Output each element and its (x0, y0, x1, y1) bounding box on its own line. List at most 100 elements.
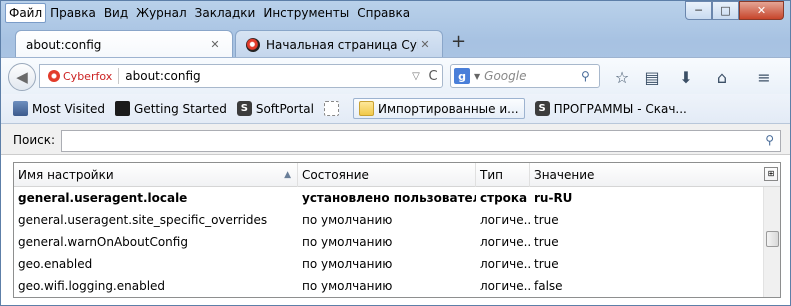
navigation-toolbar: ◀ Cyberfox about:config ▽ C g ▼ Google ⚲… (1, 57, 790, 94)
identity-box[interactable]: Cyberfox (40, 68, 120, 84)
vertical-scrollbar[interactable] (763, 187, 780, 297)
table-row[interactable]: general.warnOnAboutConfig по умолчанию л… (14, 231, 764, 253)
url-input[interactable]: about:config (119, 69, 408, 83)
url-bar[interactable]: Cyberfox about:config ▽ C (39, 64, 443, 88)
tab-close-icon[interactable]: ✕ (208, 38, 222, 51)
menu-view[interactable]: Вид (100, 4, 132, 22)
pref-name: geo.enabled (18, 257, 93, 271)
downloads-icon[interactable]: ⬇ (675, 66, 697, 88)
back-arrow-icon: ◀ (16, 68, 28, 86)
hamburger-menu-icon[interactable]: ≡ (753, 66, 775, 88)
pref-value: true (534, 213, 559, 227)
search-icon: ⚲ (765, 133, 774, 147)
pref-state: по умолчанию (302, 213, 393, 227)
back-button[interactable]: ◀ (8, 63, 36, 91)
pref-type: логиче... (480, 235, 530, 249)
tab-close-icon[interactable]: ✕ (418, 38, 432, 51)
bookmark-most-visited[interactable]: Most Visited (13, 101, 105, 116)
tab-strip: about:config ✕ Начальная страница Cyb… ✕… (1, 27, 790, 58)
tab-label: Начальная страница Cyb… (266, 37, 418, 52)
tab-label: about:config (26, 37, 102, 52)
menu-file[interactable]: Файл (5, 2, 47, 23)
filter-input[interactable]: ⚲ (61, 130, 781, 152)
pref-state: по умолчанию (302, 279, 393, 293)
column-header-name[interactable]: Имя настройки ▲ (14, 163, 298, 187)
pref-value: ru-RU (534, 191, 573, 205)
bookmark-imported-folder[interactable]: Импортированные и... (352, 98, 525, 119)
pref-name: general.useragent.site_specific_override… (18, 213, 268, 227)
table-row[interactable]: general.useragent.site_specific_override… (14, 209, 764, 231)
column-header-state[interactable]: Состояние (298, 163, 476, 187)
search-bar[interactable]: g ▼ Google ⚲ (450, 64, 600, 88)
pref-name: geo.wifi.logging.enabled (18, 279, 166, 293)
table-row[interactable]: general.useragent.locale установлено пол… (14, 187, 764, 209)
preferences-table: Имя настройки ▲ Состояние Тип Значение ⊞… (13, 162, 781, 298)
column-header-type[interactable]: Тип (476, 163, 530, 187)
google-engine-icon[interactable]: g (454, 68, 470, 84)
column-header-value[interactable]: Значение (530, 163, 760, 187)
history-dropdown-icon[interactable]: ▽ (408, 71, 424, 82)
pref-type: строка (480, 191, 528, 205)
pref-value: true (534, 257, 559, 271)
pref-type: логиче... (480, 213, 530, 227)
scrollbar-thumb[interactable] (766, 231, 779, 247)
bookmark-label: SoftPortal (255, 101, 314, 116)
home-icon[interactable]: ⌂ (711, 66, 733, 88)
folder-icon (358, 101, 374, 116)
filter-label: Поиск: (13, 133, 56, 147)
search-go-icon[interactable]: ⚲ (581, 69, 599, 83)
identity-label: Cyberfox (63, 69, 113, 83)
bookmarks-toolbar: Most Visited Getting Started S SoftPorta… (1, 94, 790, 123)
pref-name: general.warnOnAboutConfig (18, 235, 188, 249)
bookmark-empty[interactable] (323, 101, 343, 116)
pref-state: по умолчанию (302, 235, 393, 249)
bookmark-programs[interactable]: S ПРОГРАММЫ - Скач... (534, 101, 687, 116)
minimize-button[interactable]: ─ (685, 1, 712, 20)
pref-value: false (534, 279, 563, 293)
bookmark-getting-started[interactable]: Getting Started (115, 101, 227, 116)
table-header: Имя настройки ▲ Состояние Тип Значение ⊞ (14, 163, 780, 187)
most-visited-icon (13, 101, 28, 116)
engine-dropdown-icon[interactable]: ▼ (474, 72, 480, 81)
library-icon[interactable]: ▤ (641, 66, 663, 88)
tab-about-config[interactable]: about:config ✕ (15, 30, 233, 58)
pref-type: логиче... (480, 279, 530, 293)
pref-type: логиче... (480, 257, 530, 271)
softportal-icon: S (236, 101, 252, 116)
column-picker-icon[interactable]: ⊞ (764, 167, 778, 181)
reload-icon[interactable]: C (424, 69, 442, 84)
pref-state: установлено пользователем (302, 191, 476, 205)
menu-edit[interactable]: Правка (46, 4, 100, 22)
menu-tools[interactable]: Инструменты (259, 4, 353, 22)
softportal-icon: S (534, 101, 550, 116)
new-tab-button[interactable]: + (451, 31, 466, 52)
maximize-button[interactable]: □ (712, 1, 739, 20)
search-input[interactable]: Google (484, 69, 581, 83)
filter-row: Поиск: ⚲ (1, 124, 790, 155)
close-button[interactable]: ✕ (739, 1, 784, 20)
bookmark-star-icon[interactable]: ☆ (611, 66, 633, 88)
header-label: Имя настройки (18, 168, 114, 182)
bookmark-label: Импортированные и... (377, 101, 519, 116)
bookmark-label: Getting Started (134, 101, 227, 116)
pref-name: general.useragent.locale (18, 191, 188, 205)
menu-help[interactable]: Справка (353, 4, 414, 22)
table-row[interactable]: geo.enabled по умолчанию логиче... true (14, 253, 764, 275)
cyberfox-favicon-icon (246, 37, 260, 52)
table-row[interactable]: geo.wifi.logging.enabled по умолчанию ло… (14, 275, 764, 297)
menu-bookmarks[interactable]: Закладки (191, 4, 260, 22)
pref-value: true (534, 235, 559, 249)
getting-started-icon (115, 101, 131, 116)
bookmark-softportal[interactable]: S SoftPortal (236, 101, 314, 116)
pref-state: по умолчанию (302, 257, 393, 271)
menu-history[interactable]: Журнал (132, 4, 191, 22)
tab-start-page[interactable]: Начальная страница Cyb… ✕ (235, 30, 443, 58)
menu-bar: Файл Правка Вид Журнал Закладки Инструме… (5, 2, 414, 23)
cyberfox-logo-icon (48, 70, 60, 82)
sort-ascending-icon: ▲ (284, 170, 291, 180)
bookmark-label: ПРОГРАММЫ - Скач... (553, 101, 687, 116)
bookmark-label: Most Visited (32, 101, 106, 116)
about-config-page: Поиск: ⚲ Имя настройки ▲ Состояние Тип З… (1, 123, 790, 305)
blank-page-icon (323, 101, 339, 116)
window-controls: ─ □ ✕ (685, 1, 784, 20)
